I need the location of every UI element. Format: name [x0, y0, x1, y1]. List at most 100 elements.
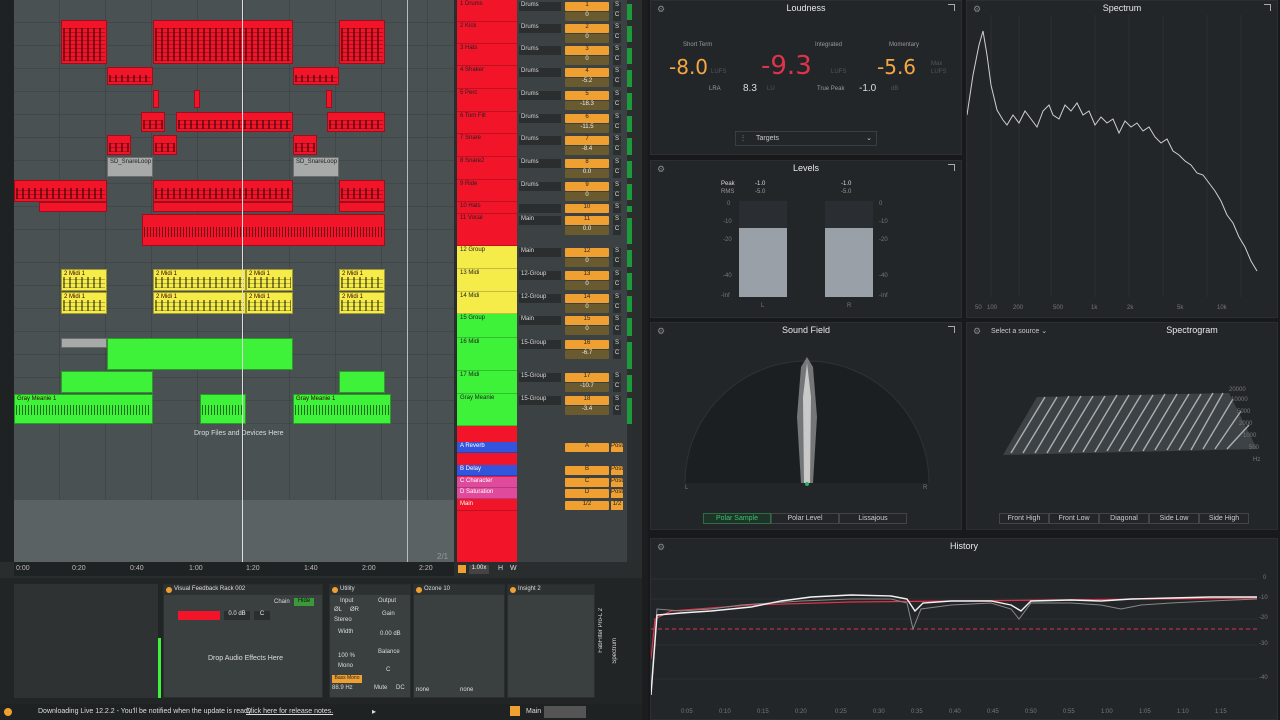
side-high-button[interactable]: Side High — [1199, 513, 1249, 524]
track-header[interactable]: 6 Tom Fill — [457, 112, 517, 134]
hide-button[interactable]: Hide — [294, 598, 314, 606]
clip-ride-3[interactable] — [339, 180, 385, 202]
polar-level-button[interactable]: Polar Level — [771, 513, 839, 524]
output-routing[interactable]: Main — [519, 248, 561, 257]
output-routing[interactable]: Main — [519, 316, 561, 325]
track-header[interactable]: 9 Ride — [457, 180, 517, 202]
solo-button[interactable]: S — [613, 373, 621, 382]
output-routing[interactable]: Drums — [519, 2, 561, 11]
post-button[interactable]: Post — [611, 489, 623, 498]
clip-midi-a1[interactable]: 2 Midi 1 — [61, 269, 107, 291]
pan-field[interactable]: C — [613, 101, 621, 110]
track-activator[interactable]: 14 — [565, 294, 609, 303]
pan-field[interactable]: C — [613, 146, 621, 155]
volume-field[interactable]: 0 — [565, 56, 609, 65]
solo-button[interactable]: S — [613, 114, 621, 123]
return-activator[interactable]: B — [565, 466, 609, 475]
track-activator[interactable]: 6 — [565, 114, 609, 123]
playhead[interactable] — [242, 0, 243, 562]
phase-right-button[interactable]: ØR — [350, 607, 359, 613]
targets-dropdown[interactable]: ⫶ Targets ⌄ — [735, 131, 877, 146]
volume-field[interactable]: 0 — [565, 34, 609, 43]
clip-snare-2[interactable] — [153, 135, 177, 155]
clip-midi-b3[interactable]: 2 Midi 1 — [246, 292, 293, 314]
polar-sample-button[interactable]: Polar Sample — [703, 513, 771, 524]
bass-mono-button[interactable]: Bass Mono — [332, 675, 362, 683]
pan-field[interactable]: C — [613, 383, 621, 392]
clip-tom-2[interactable] — [176, 112, 293, 132]
post-button[interactable]: Post — [611, 443, 623, 452]
clip-snareloop-2[interactable]: SD_SnareLoop — [293, 157, 339, 177]
clip-ride-2[interactable] — [153, 180, 293, 202]
solo-button[interactable]: S — [613, 204, 621, 213]
clip-midi-a2[interactable]: 2 Midi 1 — [153, 269, 246, 291]
pan-field[interactable]: C — [613, 304, 621, 313]
ozone-device[interactable]: Ozone 10 none none — [413, 584, 505, 698]
solo-button[interactable]: S — [613, 2, 621, 11]
clip-hats-1[interactable] — [39, 202, 107, 212]
solo-button[interactable]: S — [613, 248, 621, 257]
pan-field[interactable]: C — [613, 192, 621, 201]
volume-field[interactable]: 0 — [565, 281, 609, 290]
output-routing[interactable]: 12-Group — [519, 294, 561, 303]
phase-left-button[interactable]: ØL — [334, 607, 342, 613]
clip-snare-1[interactable] — [107, 135, 131, 155]
volume-field[interactable]: -18.3 — [565, 101, 609, 110]
zoom-display[interactable]: 1.00x — [469, 565, 489, 574]
gain-value[interactable]: 0.00 dB — [380, 631, 401, 637]
solo-button[interactable]: S — [613, 340, 621, 349]
play-arrow-icon[interactable]: ▸ — [372, 707, 376, 716]
volume-field[interactable]: 0 — [565, 326, 609, 335]
track-activator[interactable]: 8 — [565, 159, 609, 168]
return-activator[interactable]: 1/2 — [565, 501, 609, 510]
track-activator[interactable]: 15 — [565, 316, 609, 325]
track-header[interactable]: 13 Midi — [457, 269, 517, 292]
clip-green-3[interactable] — [339, 371, 385, 393]
volume-field[interactable]: -6.7 — [565, 350, 609, 359]
volume-field[interactable]: -11.5 — [565, 124, 609, 133]
time-ruler[interactable]: 0:00 0:20 0:40 1:00 1:20 1:40 2:00 2:20 — [14, 562, 454, 576]
track-header[interactable]: 12 Group — [457, 246, 517, 269]
output-routing[interactable]: Drums — [519, 136, 561, 145]
solo-button[interactable]: S — [613, 136, 621, 145]
volume-field[interactable]: 0.0 — [565, 226, 609, 235]
track-header[interactable]: 1 Drums — [457, 0, 517, 22]
lissajous-button[interactable]: Lissajous — [839, 513, 907, 524]
output-routing[interactable]: Drums — [519, 68, 561, 77]
track-activator[interactable]: 10 — [565, 204, 609, 213]
output-routing[interactable]: 15-Group — [519, 396, 561, 405]
expand-icon[interactable] — [948, 4, 955, 11]
output-routing[interactable]: 15-Group — [519, 340, 561, 349]
volume-field[interactable]: 0 — [565, 12, 609, 21]
return-track-header[interactable]: D Saturation — [457, 488, 517, 499]
track-activator[interactable]: 13 — [565, 271, 609, 280]
output-routing[interactable]: Drums — [519, 182, 561, 191]
output-routing[interactable]: Main — [519, 216, 561, 225]
solo-button[interactable]: S — [613, 182, 621, 191]
solo-button[interactable]: S — [613, 91, 621, 100]
track-header[interactable]: 5 Perc — [457, 89, 517, 112]
solo-button[interactable]: S — [613, 159, 621, 168]
clip-midi-b1[interactable]: 2 Midi 1 — [61, 292, 107, 314]
mono-button[interactable]: Mono — [338, 663, 353, 669]
clip-snareloop-1[interactable]: SD_SnareLoop — [107, 157, 153, 177]
chain-color[interactable] — [178, 611, 220, 620]
clip-vocal-audio[interactable] — [142, 214, 385, 246]
output-routing[interactable]: Drums — [519, 46, 561, 55]
return-activator[interactable]: C — [565, 478, 609, 487]
output-routing[interactable]: Drums — [519, 114, 561, 123]
clip-tom-1[interactable] — [141, 112, 165, 132]
post-button[interactable]: Post — [611, 466, 623, 475]
track-header[interactable]: 15 Group — [457, 314, 517, 338]
track-activator[interactable]: 4 — [565, 68, 609, 77]
volume-field[interactable]: -10.7 — [565, 383, 609, 392]
track-activator[interactable]: 16 — [565, 340, 609, 349]
expand-icon[interactable] — [948, 326, 955, 333]
clip-midi-a3[interactable]: 2 Midi 1 — [246, 269, 293, 291]
solo-button[interactable]: S — [613, 396, 621, 405]
pan-field[interactable]: C — [613, 350, 621, 359]
track-activator[interactable]: 18 — [565, 396, 609, 405]
track-activator[interactable]: 5 — [565, 91, 609, 100]
front-low-button[interactable]: Front Low — [1049, 513, 1099, 524]
clip-perc-2[interactable] — [194, 90, 200, 108]
